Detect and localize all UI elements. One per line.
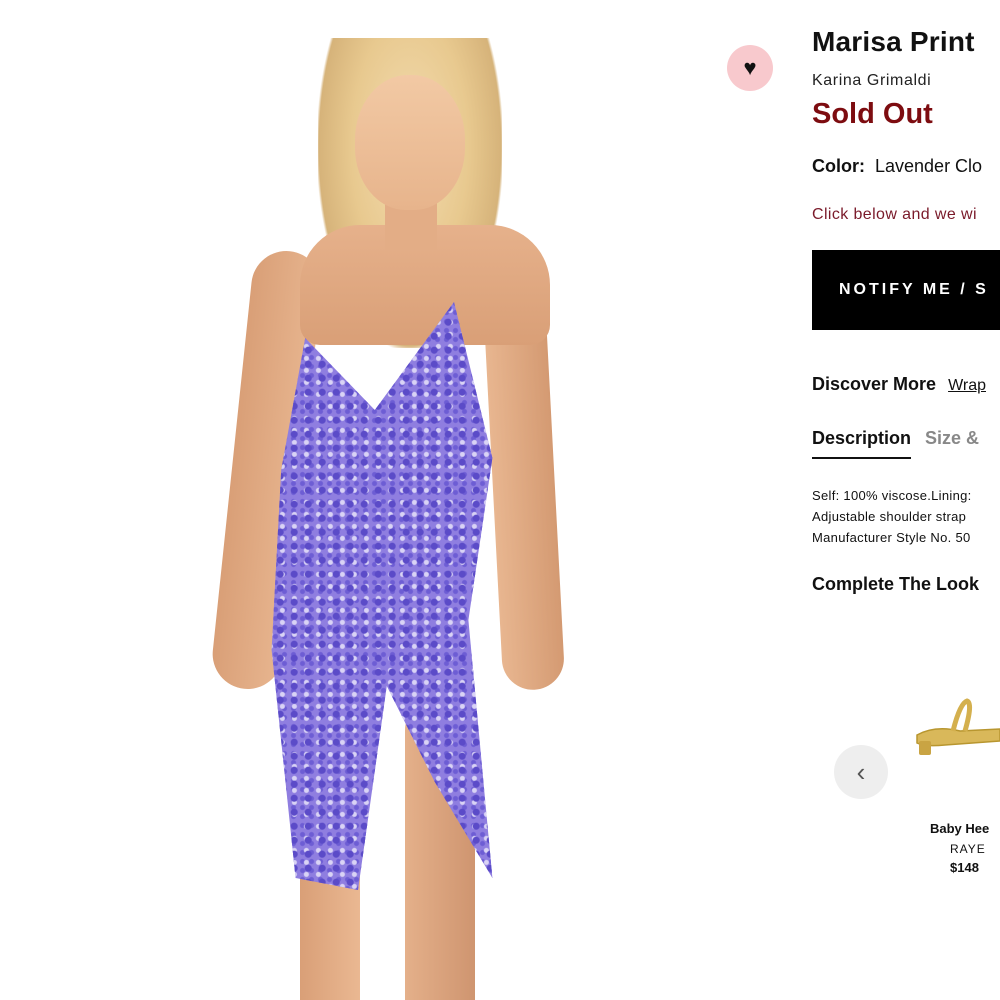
color-row: Color: Lavender Clo — [812, 156, 982, 177]
tab-size-fit[interactable]: Size & — [925, 428, 979, 449]
wishlist-button[interactable]: ♥ — [727, 45, 773, 91]
discover-link[interactable]: Wrap — [948, 377, 986, 394]
description-line: Manufacturer Style No. 50 — [812, 530, 971, 545]
chevron-left-icon: ‹ — [856, 756, 866, 787]
info-tabs: Description Size & — [812, 428, 979, 460]
color-label: Color: — [812, 156, 865, 176]
discover-label: Discover More — [812, 374, 937, 394]
description-line: Adjustable shoulder strap — [812, 509, 967, 524]
complete-the-look-heading: Complete The Look — [812, 574, 980, 594]
sandal-thumbnail[interactable] — [905, 695, 1000, 765]
look-item-name[interactable]: Baby Hee — [930, 821, 989, 836]
model-face — [355, 75, 465, 210]
restock-notice: Click below and we wi — [812, 206, 977, 223]
color-value: Lavender Clo — [875, 156, 983, 176]
description-text: Self: 100% viscose.Lining: Adjustable sh… — [812, 485, 972, 548]
notify-me-button[interactable]: NOTIFY ME / S — [812, 250, 1000, 330]
carousel-prev-button[interactable]: ‹ — [834, 745, 888, 799]
look-item-brand: RAYE — [950, 842, 986, 856]
tab-description[interactable]: Description — [812, 428, 912, 459]
product-title: Marisa Print — [812, 26, 975, 57]
stock-status: Sold Out — [812, 98, 933, 130]
product-brand[interactable]: Karina Grimaldi — [812, 72, 931, 90]
discover-more: Discover More Wrap — [812, 374, 986, 395]
description-line: Self: 100% viscose.Lining: — [812, 488, 972, 503]
heart-icon: ♥ — [743, 55, 757, 80]
look-item-price: $148 — [950, 860, 979, 875]
